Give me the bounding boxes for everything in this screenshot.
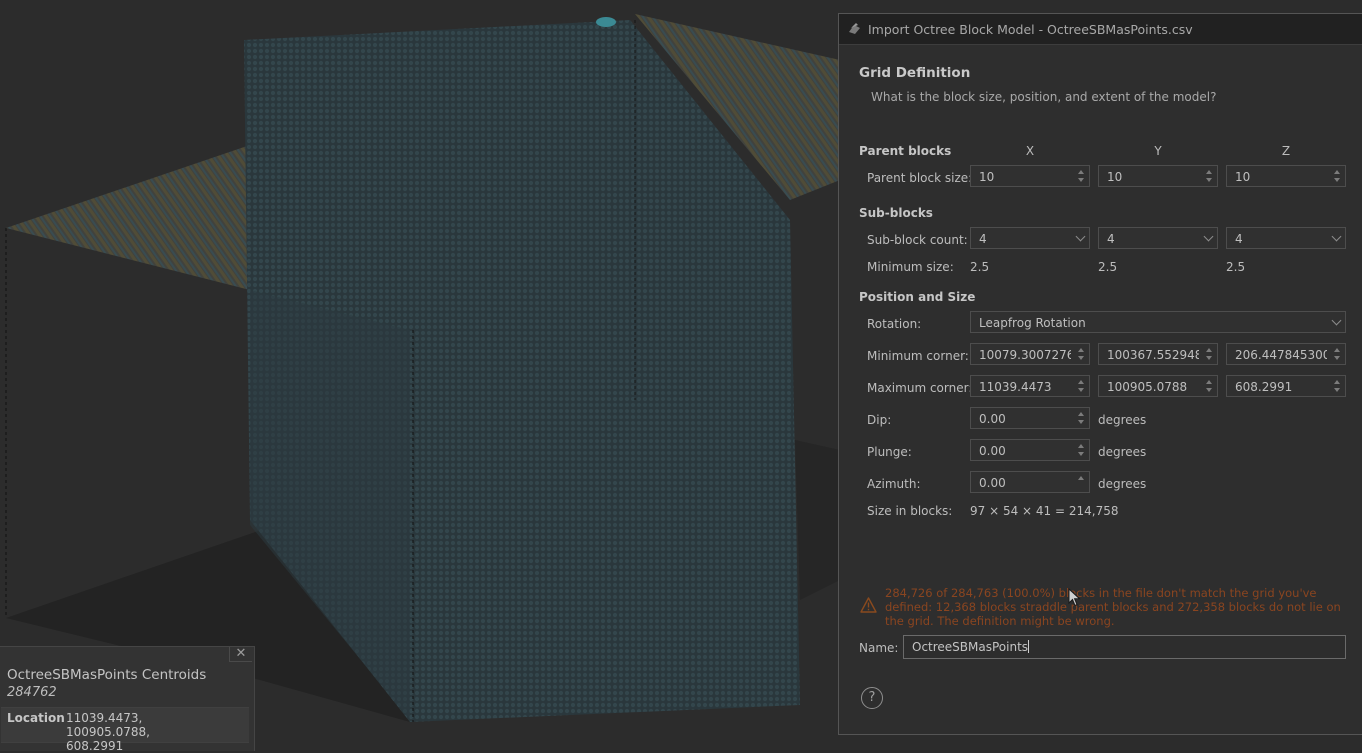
spinner-arrows-icon[interactable] [1075,408,1089,428]
spin-value: 100905.0788 [1107,380,1188,394]
parent-block-size-label: Parent block size: [867,171,973,185]
spinner-arrows-icon[interactable] [1203,376,1217,396]
import-dialog: Import Octree Block Model - OctreeSBMasP… [838,13,1362,735]
position-size-heading: Position and Size [859,290,976,304]
size-in-blocks-label: Size in blocks: [867,504,953,518]
floor-shadow-right [795,440,840,600]
parent-block-size-y[interactable]: 10 [1098,165,1218,187]
parent-blocks-heading: Parent blocks [859,144,952,158]
spin-value: 0.00 [979,476,1006,490]
spin-value: 10 [1235,170,1251,184]
spinner-arrows-icon[interactable] [1075,344,1089,364]
minimum-corner-label: Minimum corner: [867,349,969,363]
page-title: Grid Definition [859,65,971,81]
plunge-unit: degrees [1098,445,1147,459]
name-input[interactable]: OctreeSBMasPoints [903,635,1346,659]
sub-block-count-y[interactable]: 4 [1098,227,1218,249]
info-title: OctreeSBMasPoints Centroids [7,667,207,683]
chevron-down-icon [1203,231,1214,242]
rotation-select[interactable]: Leapfrog Rotation [970,311,1346,333]
azimuth-unit: degrees [1098,477,1147,491]
combo-value: 4 [1107,232,1115,246]
name-text: OctreeSBMasPoints [912,640,1029,654]
camera-marker-icon [596,17,616,27]
spinner-arrows-icon[interactable] [1331,166,1345,186]
azimuth-input[interactable]: 0.00 [970,471,1090,493]
minimum-size-x: 2.5 [970,260,990,274]
spin-value: 0.00 [979,412,1006,426]
maximum-corner-x[interactable]: 11039.4473 [970,375,1090,397]
name-label: Name: [859,641,899,655]
selection-info-panel: ✕ OctreeSBMasPoints Centroids 284762 Loc… [0,646,255,753]
spinner-arrows-icon[interactable] [1331,344,1345,364]
spin-value: 10 [979,170,995,184]
sub-blocks-heading: Sub-blocks [859,206,933,220]
minimum-corner-x[interactable]: 10079.30072764 [970,343,1090,365]
minimum-size-z: 2.5 [1226,260,1246,274]
chevron-down-icon [1331,231,1342,242]
section-plane-left [6,145,250,290]
axis-label-y: Y [1154,144,1162,158]
minimum-size-label: Minimum size: [867,260,954,274]
combo-value: 4 [979,232,987,246]
dip-unit: degrees [1098,413,1147,427]
spin-value: 100367.5529486 [1107,348,1199,362]
size-in-blocks-value: 97 × 54 × 41 = 214,758 [970,504,1119,518]
minimum-size-y: 2.5 [1098,260,1118,274]
spinner-arrows-icon[interactable] [1331,376,1345,396]
combo-value: 4 [1235,232,1243,246]
dip-label: Dip: [867,413,892,427]
axis-label-z: Z [1281,144,1291,158]
sub-block-count-label: Sub-block count: [867,233,968,247]
name-input-value: OctreeSBMasPoints [912,640,1030,654]
spin-value: 608.2991 [1235,380,1293,394]
minimum-corner-y[interactable]: 100367.5529486 [1098,343,1218,365]
maximum-corner-z[interactable]: 608.2991 [1226,375,1346,397]
minimum-corner-z[interactable]: 206.4478453008 [1226,343,1346,365]
plunge-input[interactable]: 0.00 [970,439,1090,461]
chevron-down-icon [1331,315,1342,326]
page-subtitle: What is the block size, position, and ex… [871,90,1217,104]
maximum-corner-y[interactable]: 100905.0788 [1098,375,1218,397]
warning-message: 284,726 of 284,763 (100.0%) blocks in th… [885,586,1341,628]
sub-block-count-z[interactable]: 4 [1226,227,1346,249]
leapfrog-app-icon [849,23,860,34]
info-id: 284762 [7,685,57,700]
parent-block-size-z[interactable]: 10 [1226,165,1346,187]
rotation-label: Rotation: [867,317,922,331]
dialog-title: Import Octree Block Model - OctreeSBMasP… [868,22,1193,37]
info-location-row: Location 11039.4473, 100905.0788, 608.29… [1,707,249,753]
maximum-corner-label: Maximum corner: [867,381,973,395]
spinner-arrows-icon[interactable] [1075,440,1089,460]
location-value: 11039.4473, 100905.0788, 608.2991 [66,711,150,753]
plunge-label: Plunge: [867,445,912,459]
help-icon[interactable]: ? [861,687,883,709]
axis-label-x: X [1025,144,1035,158]
spin-value: 206.4478453008 [1235,348,1327,362]
mouse-pointer-icon [1068,588,1081,607]
spinner-arrows-icon[interactable] [1203,166,1217,186]
close-icon[interactable]: ✕ [229,647,252,662]
spinner-arrows-icon[interactable] [1203,344,1217,364]
parent-block-size-x[interactable]: 10 [970,165,1090,187]
spin-value: 10 [1107,170,1123,184]
text-caret [1028,640,1030,653]
dip-input[interactable]: 0.00 [970,407,1090,429]
spinner-arrows-icon[interactable] [1075,376,1089,396]
warning-icon [860,597,877,613]
spin-value: 11039.4473 [979,380,1052,394]
combo-value: Leapfrog Rotation [979,316,1086,330]
azimuth-label: Azimuth: [867,477,921,491]
dialog-titlebar[interactable]: Import Octree Block Model - OctreeSBMasP… [839,14,1362,45]
spin-value: 10079.30072764 [979,348,1071,362]
spinner-arrows-icon[interactable] [1075,166,1089,186]
location-label: Location [7,711,65,725]
sub-block-count-x[interactable]: 4 [970,227,1090,249]
spin-value: 0.00 [979,444,1006,458]
chevron-down-icon [1075,231,1086,242]
spinner-arrows-icon[interactable] [1075,472,1089,492]
